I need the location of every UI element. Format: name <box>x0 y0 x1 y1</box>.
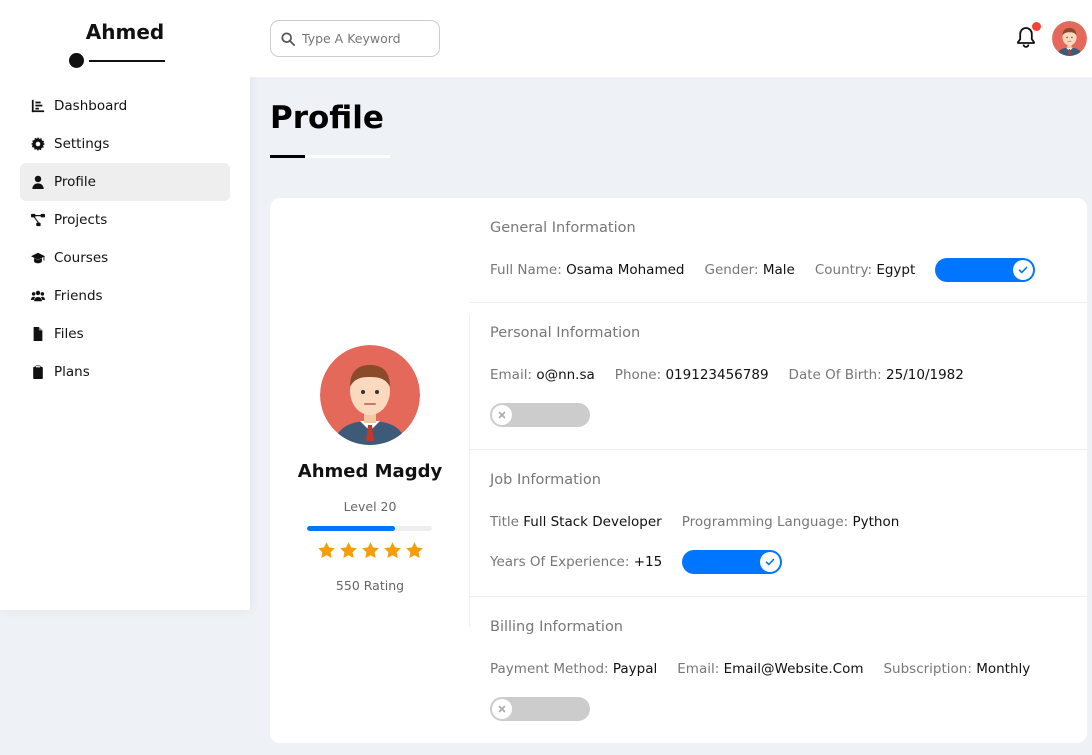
top-header <box>250 0 1092 77</box>
level-progress-fill <box>307 526 395 531</box>
general-info-row: Full Name: Osama Mohamed Gender: Male Co… <box>490 258 1036 282</box>
star-icon <box>361 542 379 558</box>
subscription-field: Subscription: Monthly <box>883 661 1031 677</box>
profile-avatar <box>320 345 420 445</box>
gender-field: Gender: Male <box>704 262 795 278</box>
close-icon <box>498 705 506 713</box>
billing-info-row: Payment Method: Paypal Email: Email@Webs… <box>490 659 1050 679</box>
sidebar-item-projects[interactable]: Projects <box>20 201 230 239</box>
info-column: General Information Full Name: Osama Moh… <box>470 198 1087 743</box>
toggle-knob <box>760 552 781 572</box>
sidebar-item-profile[interactable]: Profile <box>20 163 230 201</box>
chart-bar-icon <box>30 99 45 114</box>
check-icon <box>1018 266 1028 274</box>
sidebar: Ahmed Dashboard Settings Profile Project… <box>0 0 250 610</box>
date-of-birth-field: Date Of Birth: 25/10/1982 <box>788 367 964 383</box>
personal-info-row: Email: o@nn.sa Phone: 019123456789 Date … <box>490 365 984 385</box>
brand-name: Ahmed <box>85 20 165 44</box>
notification-bell[interactable] <box>1016 22 1041 50</box>
programming-language-field: Programming Language: Python <box>681 514 900 530</box>
job-info-row: Title Full Stack Developer Programming L… <box>490 512 919 532</box>
sidebar-item-label: Plans <box>54 364 90 380</box>
general-info-toggle[interactable] <box>935 258 1036 282</box>
phone-field: Phone: 019123456789 <box>614 367 769 383</box>
personal-info-toggle[interactable] <box>490 403 590 427</box>
toggle-knob <box>492 699 512 719</box>
sidebar-item-files[interactable]: Files <box>20 315 230 353</box>
profile-summary: Ahmed Magdy Level 20 550 Rating <box>270 198 470 743</box>
avatar[interactable] <box>1052 21 1087 56</box>
check-icon <box>765 558 775 566</box>
gear-icon <box>30 137 45 152</box>
section-title: Job Information <box>490 472 601 488</box>
sidebar-item-settings[interactable]: Settings <box>20 125 230 163</box>
profile-level: Level 20 <box>343 499 397 514</box>
section-title: Billing Information <box>490 619 623 635</box>
billing-info-toggle[interactable] <box>490 697 590 721</box>
notification-dot <box>1032 22 1041 31</box>
rating-stars <box>270 541 470 560</box>
brand-underline <box>89 60 165 62</box>
brand-dot <box>69 53 84 68</box>
sidebar-item-label: Friends <box>54 288 103 304</box>
level-progress-bar <box>307 526 432 531</box>
diagram-project-icon <box>30 213 45 228</box>
users-icon <box>30 289 45 304</box>
job-info-toggle[interactable] <box>682 550 783 574</box>
toggle-knob <box>1013 260 1034 280</box>
sidebar-item-friends[interactable]: Friends <box>20 277 230 315</box>
section-title: General Information <box>490 220 636 236</box>
payment-method-field: Payment Method: Paypal <box>490 661 658 677</box>
sidebar-item-label: Courses <box>54 250 109 266</box>
sidebar-item-label: Dashboard <box>54 98 128 114</box>
full-name-field: Full Name: Osama Mohamed <box>490 262 685 278</box>
personal-toggle-row <box>490 403 590 427</box>
sidebar-item-label: Files <box>54 326 84 342</box>
profile-card: Ahmed Magdy Level 20 550 Rating General … <box>270 198 1087 743</box>
toggle-knob <box>492 405 512 425</box>
job-title-field: Title Full Stack Developer <box>490 514 662 530</box>
sidebar-nav: Dashboard Settings Profile Projects Cour… <box>20 87 230 391</box>
star-icon <box>339 542 357 558</box>
star-icon <box>405 542 423 558</box>
close-icon <box>498 411 506 419</box>
job-information-section: Job Information Title Full Stack Develop… <box>470 450 1087 597</box>
page-title: Profile <box>270 100 384 136</box>
billing-information-section: Billing Information Payment Method: Payp… <box>470 597 1087 743</box>
billing-email-field: Email: Email@Website.Com <box>677 661 864 677</box>
general-information-section: General Information Full Name: Osama Moh… <box>470 198 1087 303</box>
user-icon <box>30 175 45 190</box>
file-icon <box>30 327 45 342</box>
sidebar-item-dashboard[interactable]: Dashboard <box>20 87 230 125</box>
search-box[interactable] <box>270 20 440 57</box>
profile-name: Ahmed Magdy <box>297 461 443 482</box>
personal-information-section: Personal Information Email: o@nn.sa Phon… <box>470 303 1087 450</box>
sidebar-item-label: Profile <box>54 174 96 190</box>
profile-rating: 550 Rating <box>335 578 405 593</box>
sidebar-item-plans[interactable]: Plans <box>20 353 230 391</box>
job-experience-row: Years Of Experience: +15 <box>490 550 783 574</box>
email-field: Email: o@nn.sa <box>490 367 595 383</box>
country-field: Country: Egypt <box>814 262 916 278</box>
clipboard-icon <box>30 365 45 380</box>
sidebar-item-label: Projects <box>54 212 108 228</box>
sidebar-item-label: Settings <box>54 136 110 152</box>
billing-toggle-row <box>490 697 590 721</box>
search-input[interactable] <box>302 31 427 46</box>
years-experience-field: Years Of Experience: +15 <box>490 554 663 570</box>
star-icon <box>317 542 335 558</box>
star-icon <box>383 542 401 558</box>
search-icon <box>281 31 295 46</box>
section-title: Personal Information <box>490 325 641 341</box>
graduation-cap-icon <box>30 251 45 266</box>
sidebar-item-courses[interactable]: Courses <box>20 239 230 277</box>
title-underline-accent <box>270 155 305 158</box>
